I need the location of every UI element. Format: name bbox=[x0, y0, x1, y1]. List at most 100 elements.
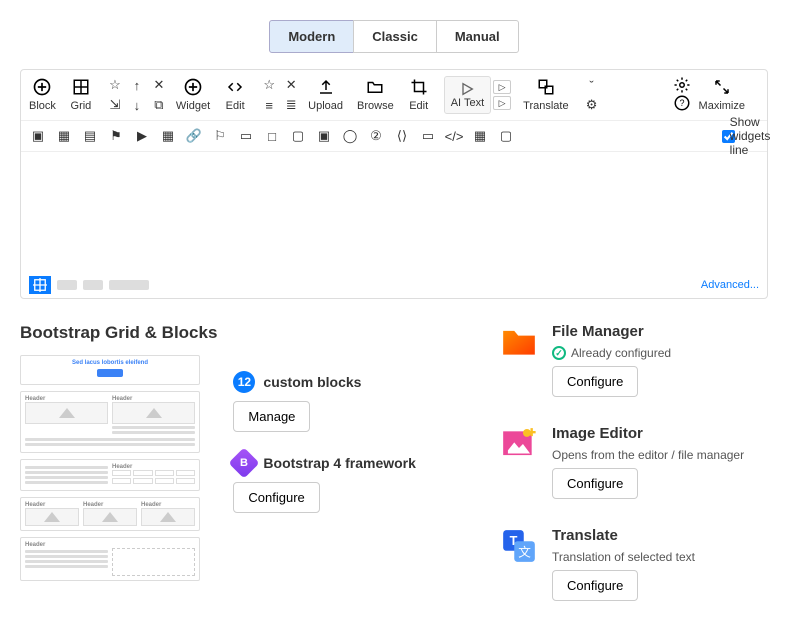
crop-icon bbox=[408, 76, 430, 98]
x-icon[interactable]: ✕ bbox=[150, 76, 168, 94]
translate-button[interactable]: Translate bbox=[523, 76, 568, 112]
status-chip bbox=[57, 280, 77, 290]
check-icon: ✓ bbox=[552, 346, 566, 360]
manage-button[interactable]: Manage bbox=[233, 401, 310, 432]
copy-icon[interactable]: ⧉ bbox=[150, 96, 168, 114]
preview-hero[interactable]: Sed lacus lobortis eleifend bbox=[20, 355, 200, 385]
grid2-icon[interactable]: ▦ bbox=[471, 127, 489, 145]
block-extras: ☆ ↑ ✕ ⇲ ↓ ⧉ bbox=[106, 76, 168, 114]
plus-circle-icon bbox=[31, 76, 53, 98]
embed-icon[interactable]: ⟨⟩ bbox=[393, 127, 411, 145]
device-icon[interactable]: ▣ bbox=[315, 127, 333, 145]
chevron-down-icon[interactable]: ˇ bbox=[583, 76, 601, 94]
upload-icon bbox=[315, 76, 337, 98]
code2-icon[interactable]: </> bbox=[445, 127, 463, 145]
file-manager-sub: Already configured bbox=[571, 346, 671, 360]
code-icon bbox=[224, 76, 246, 98]
video-icon[interactable]: ▶ bbox=[133, 127, 151, 145]
block-button[interactable]: Block bbox=[29, 76, 56, 112]
configure-file-button[interactable]: Configure bbox=[552, 366, 638, 397]
file-manager-service: File Manager ✓Already configured Configu… bbox=[500, 323, 768, 397]
configure-translate-button[interactable]: Configure bbox=[552, 570, 638, 601]
play-icon bbox=[459, 81, 475, 97]
translate-icon bbox=[535, 76, 557, 98]
bootstrap-feature: B Bootstrap 4 framework Configure bbox=[233, 452, 460, 513]
translate-service: T文 Translate Translation of selected tex… bbox=[500, 527, 768, 601]
grid-section-title: Bootstrap Grid & Blocks bbox=[20, 323, 217, 343]
status-bar: Advanced... bbox=[21, 272, 767, 298]
carousel-icon[interactable]: ▤ bbox=[81, 127, 99, 145]
browse-button[interactable]: Browse bbox=[357, 76, 394, 112]
flag-icon[interactable]: ⚑ bbox=[107, 127, 125, 145]
ai-mode1-icon[interactable]: ▷ bbox=[493, 80, 511, 94]
bootstrap-label: Bootstrap 4 framework bbox=[263, 455, 415, 471]
preview-text-img[interactable]: Header bbox=[20, 537, 200, 581]
tab-modern[interactable]: Modern bbox=[269, 20, 354, 53]
gallery-icon[interactable]: ▦ bbox=[55, 127, 73, 145]
editor-canvas[interactable] bbox=[21, 152, 767, 272]
folder-icon bbox=[500, 323, 538, 361]
ai-mode2-icon[interactable]: ▷ bbox=[493, 96, 511, 110]
grid-icon bbox=[70, 76, 92, 98]
help-icon[interactable]: ? bbox=[673, 94, 691, 112]
preview-table[interactable]: Header bbox=[20, 459, 200, 491]
image-icon[interactable]: ▣ bbox=[29, 127, 47, 145]
configure-bootstrap-button[interactable]: Configure bbox=[233, 482, 319, 513]
status-chip bbox=[109, 280, 149, 290]
upload-button[interactable]: Upload bbox=[308, 76, 343, 112]
tab-manual[interactable]: Manual bbox=[436, 20, 519, 53]
translate-sub: Translation of selected text bbox=[552, 550, 695, 564]
configure-image-button[interactable]: Configure bbox=[552, 468, 638, 499]
edit-button[interactable]: Edit bbox=[224, 76, 246, 112]
preview-two-col[interactable]: Header Header bbox=[20, 391, 200, 453]
sliders-icon[interactable]: ⚙ bbox=[583, 96, 601, 114]
show-widgets-toggle[interactable]: Show widgets line bbox=[722, 127, 759, 145]
ai-text-button[interactable]: AI Text bbox=[444, 76, 491, 114]
tab-classic[interactable]: Classic bbox=[353, 20, 437, 53]
star-icon[interactable]: ☆ bbox=[106, 76, 124, 94]
arrow-up-icon[interactable]: ↑ bbox=[128, 76, 146, 94]
folder-icon bbox=[364, 76, 386, 98]
editor-frame: Block Grid ☆ ↑ ✕ ⇲ ↓ ⧉ Widget Edit bbox=[20, 69, 768, 299]
ai-text-group: AI Text ▷ ▷ bbox=[444, 76, 511, 114]
blocks-count-badge: 12 bbox=[233, 371, 255, 393]
widget-button[interactable]: Widget bbox=[176, 76, 210, 112]
bootstrap-icon: B bbox=[229, 447, 260, 478]
star-icon[interactable]: ☆ bbox=[260, 76, 278, 94]
form-icon[interactable]: ▭ bbox=[419, 127, 437, 145]
blank-icon[interactable]: ▢ bbox=[497, 127, 515, 145]
widget-extras: ☆ ✕ ≡ ≣ bbox=[260, 76, 300, 114]
save-icon[interactable]: ⇲ bbox=[106, 96, 124, 114]
secondary-toolbar: ▣ ▦ ▤ ⚑ ▶ ▦ 🔗 ⚐ ▭ □ ▢ ▣ ◯ ② ⟨⟩ ▭ </> ▦ ▢… bbox=[21, 121, 767, 152]
translate-service-icon: T文 bbox=[500, 527, 538, 565]
maximize-icon bbox=[711, 76, 733, 98]
edit-image-button[interactable]: Edit bbox=[408, 76, 430, 112]
folder2-icon[interactable]: □ bbox=[263, 127, 281, 145]
help2-icon[interactable]: ② bbox=[367, 127, 385, 145]
x-icon[interactable]: ✕ bbox=[282, 76, 300, 94]
grid-toggle-icon[interactable] bbox=[29, 276, 51, 294]
image-editor-sub: Opens from the editor / file manager bbox=[552, 448, 744, 462]
image-editor-title: Image Editor bbox=[552, 425, 744, 442]
gear-icon[interactable] bbox=[673, 76, 691, 94]
translate-title: Translate bbox=[552, 527, 695, 544]
advanced-link[interactable]: Advanced... bbox=[701, 279, 759, 291]
link-icon[interactable]: 🔗 bbox=[185, 127, 203, 145]
status-chip bbox=[83, 280, 103, 290]
bookmark-icon[interactable]: ⚐ bbox=[211, 127, 229, 145]
monitor-icon[interactable]: ▢ bbox=[289, 127, 307, 145]
block-previews: Sed lacus lobortis eleifend Header Heade… bbox=[20, 355, 200, 581]
card-icon[interactable]: ▭ bbox=[237, 127, 255, 145]
table-icon[interactable]: ▦ bbox=[159, 127, 177, 145]
plus-circle-icon bbox=[182, 76, 204, 98]
chat-icon[interactable]: ◯ bbox=[341, 127, 359, 145]
maximize-button[interactable]: Maximize bbox=[699, 76, 745, 112]
svg-text:文: 文 bbox=[518, 545, 531, 559]
arrow-down-icon[interactable]: ↓ bbox=[128, 96, 146, 114]
preview-three-col[interactable]: Header Header Header bbox=[20, 497, 200, 531]
align2-icon[interactable]: ≣ bbox=[282, 96, 300, 114]
align-icon[interactable]: ≡ bbox=[260, 96, 278, 114]
grid-button[interactable]: Grid bbox=[70, 76, 92, 112]
image-editor-service: Image Editor Opens from the editor / fil… bbox=[500, 425, 768, 499]
mode-tabs: Modern Classic Manual bbox=[20, 20, 768, 53]
